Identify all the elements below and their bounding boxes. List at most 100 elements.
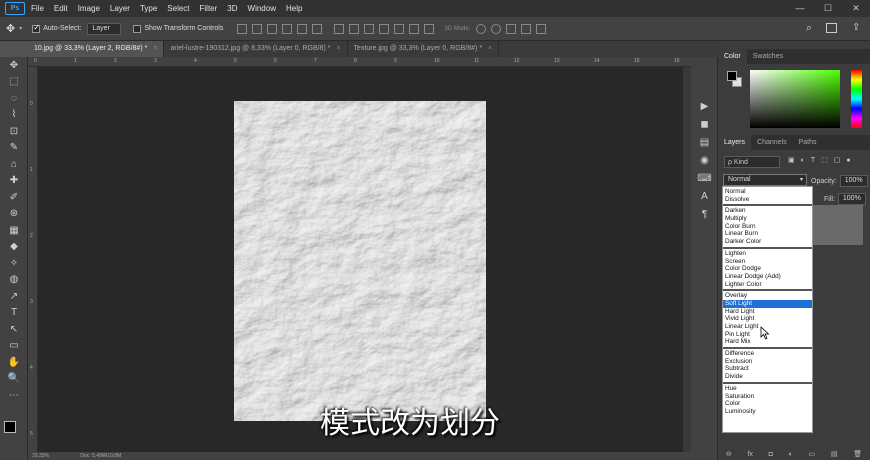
blend-option[interactable]: Lighten <box>723 250 812 258</box>
brush-tool-icon[interactable]: ✚ <box>0 173 28 190</box>
maximize-icon[interactable]: ☐ <box>814 0 842 17</box>
vertical-scrollbar[interactable] <box>683 67 691 452</box>
shape-tool-icon[interactable]: ▭ <box>0 338 28 355</box>
document-canvas[interactable] <box>234 101 486 421</box>
align-bottom-icon[interactable] <box>267 23 278 34</box>
new-layer-icon[interactable]: ▤ <box>831 450 838 458</box>
zoom-level[interactable]: 33,33% <box>32 453 49 459</box>
auto-align-icon[interactable] <box>424 23 435 34</box>
new-group-icon[interactable]: ▭ <box>809 450 816 458</box>
shape-filter-icon[interactable]: ⬚ <box>821 156 828 164</box>
blend-option[interactable]: Subtract <box>723 365 812 373</box>
doc-tab-texture[interactable]: Texture.jpg @ 33,3% (Layer 0, RGB/8#) * × <box>348 41 500 57</box>
menu-layer[interactable]: Layer <box>110 4 130 13</box>
align-right-icon[interactable] <box>312 23 323 34</box>
menu-image[interactable]: Image <box>78 4 100 13</box>
blend-option[interactable]: Screen <box>723 258 812 266</box>
properties-icon[interactable]: ◼ <box>691 115 718 133</box>
blend-option[interactable]: Overlay <box>723 292 812 300</box>
blend-option[interactable]: Linear Burn <box>723 230 812 238</box>
link-layers-icon[interactable]: ⊖ <box>726 450 732 458</box>
eraser-tool-icon[interactable]: ▦ <box>0 222 28 239</box>
eyedropper-tool-icon[interactable]: ✎ <box>0 140 28 157</box>
menu-3d[interactable]: 3D <box>227 4 237 13</box>
menu-filter[interactable]: Filter <box>200 4 218 13</box>
tab-color[interactable]: Color <box>718 49 747 64</box>
move-tool-icon[interactable]: ✥ <box>6 22 15 35</box>
menu-window[interactable]: Window <box>248 4 276 13</box>
blend-option[interactable]: Darken <box>723 207 812 215</box>
adjustment-filter-icon[interactable]: ◐ <box>801 157 805 164</box>
adjustments-icon[interactable]: ▤ <box>691 133 718 151</box>
share-icon[interactable]: ⇪ <box>852 22 860 33</box>
more-tools-icon[interactable]: ⋯ <box>0 387 28 404</box>
foreground-color-swatch[interactable] <box>727 71 737 81</box>
opacity-field[interactable]: 100% <box>839 175 868 187</box>
menu-file[interactable]: File <box>31 4 44 13</box>
hue-slider[interactable] <box>851 70 862 128</box>
align-center-icon[interactable] <box>297 23 308 34</box>
tab-paths[interactable]: Paths <box>793 135 823 150</box>
layer-filter-kind[interactable]: ρ Kind <box>724 156 780 168</box>
blend-option[interactable]: Normal <box>723 188 812 196</box>
auto-select-dropdown[interactable]: Layer <box>87 22 122 35</box>
clone-stamp-tool-icon[interactable]: ✐ <box>0 189 28 206</box>
blend-option[interactable]: Hue <box>723 385 812 393</box>
blend-option[interactable]: Exclusion <box>723 358 812 366</box>
type-tool-icon[interactable]: T <box>0 305 28 322</box>
color-picker-field[interactable] <box>750 70 840 128</box>
tab-swatches[interactable]: Swatches <box>747 49 789 64</box>
search-icon[interactable]: ⌕ <box>806 22 812 35</box>
move-tool-icon[interactable]: ✥ <box>0 57 28 74</box>
tab-close-icon[interactable]: × <box>488 45 492 52</box>
libraries-icon[interactable]: ◉ <box>691 151 718 169</box>
close-icon[interactable]: ✕ <box>842 0 870 17</box>
3d-roll-icon[interactable] <box>491 23 502 34</box>
distribute-bottom-icon[interactable] <box>364 23 375 34</box>
3d-slide-icon[interactable] <box>521 23 532 34</box>
blur-tool-icon[interactable]: ✧ <box>0 255 28 272</box>
blend-option[interactable]: Vivid Light <box>723 315 812 323</box>
tab-channels[interactable]: Channels <box>751 135 793 150</box>
play-icon[interactable]: ▶ <box>691 97 718 115</box>
brush-settings-icon[interactable]: ⌨ <box>691 169 718 187</box>
blend-option[interactable]: Difference <box>723 350 812 358</box>
blend-option[interactable]: Color <box>723 400 812 408</box>
align-left-icon[interactable] <box>282 23 293 34</box>
pen-tool-icon[interactable]: ↗ <box>0 288 28 305</box>
3d-scale-icon[interactable] <box>536 23 547 34</box>
doc-tab-10[interactable]: 10.jpg @ 33,3% (Layer 2, RGB/8#) * × <box>28 41 165 57</box>
smart-object-filter-icon[interactable]: ▢ <box>834 156 841 164</box>
blend-option[interactable]: Luminosity <box>723 408 812 416</box>
blend-option[interactable]: Divide <box>723 373 812 381</box>
blend-option[interactable]: Dissolve <box>723 196 812 204</box>
fill-field[interactable]: 100% <box>837 193 866 205</box>
type-filter-icon[interactable]: T <box>811 157 815 164</box>
align-middle-icon[interactable] <box>252 23 263 34</box>
hand-tool-icon[interactable]: ✋ <box>0 354 28 371</box>
menu-select[interactable]: Select <box>167 4 189 13</box>
distribute-left-icon[interactable] <box>379 23 390 34</box>
foreground-color-swatch[interactable] <box>4 421 16 433</box>
align-top-icon[interactable] <box>237 23 248 34</box>
distribute-center-icon[interactable] <box>394 23 405 34</box>
fx-icon[interactable]: fx <box>747 451 752 458</box>
blend-option[interactable]: Saturation <box>723 393 812 401</box>
blend-option[interactable]: Lighter Color <box>723 281 812 289</box>
tab-layers[interactable]: Layers <box>718 135 752 150</box>
adjustment-layer-icon[interactable]: ◐ <box>789 451 793 458</box>
character-icon[interactable]: A <box>691 187 718 205</box>
crop-tool-icon[interactable]: ⊡ <box>0 123 28 140</box>
zoom-tool-icon[interactable]: 🔍 <box>0 371 28 388</box>
menu-help[interactable]: Help <box>286 4 302 13</box>
lasso-tool-icon[interactable]: ◌ <box>0 90 28 107</box>
dodge-tool-icon[interactable]: ◍ <box>0 272 28 289</box>
doc-tab-ariel[interactable]: ariel-lustre-190312.jpg @ 8,33% (Layer 0… <box>164 41 348 57</box>
gradient-tool-icon[interactable]: ◆ <box>0 239 28 256</box>
layer-row-selected[interactable] <box>813 205 863 245</box>
blend-option[interactable]: Color Dodge <box>723 265 812 273</box>
blend-option[interactable]: Color Burn <box>723 223 812 231</box>
pixel-filter-icon[interactable]: ▣ <box>788 156 795 164</box>
distribute-middle-icon[interactable] <box>349 23 360 34</box>
auto-select-checkbox[interactable] <box>32 23 41 33</box>
